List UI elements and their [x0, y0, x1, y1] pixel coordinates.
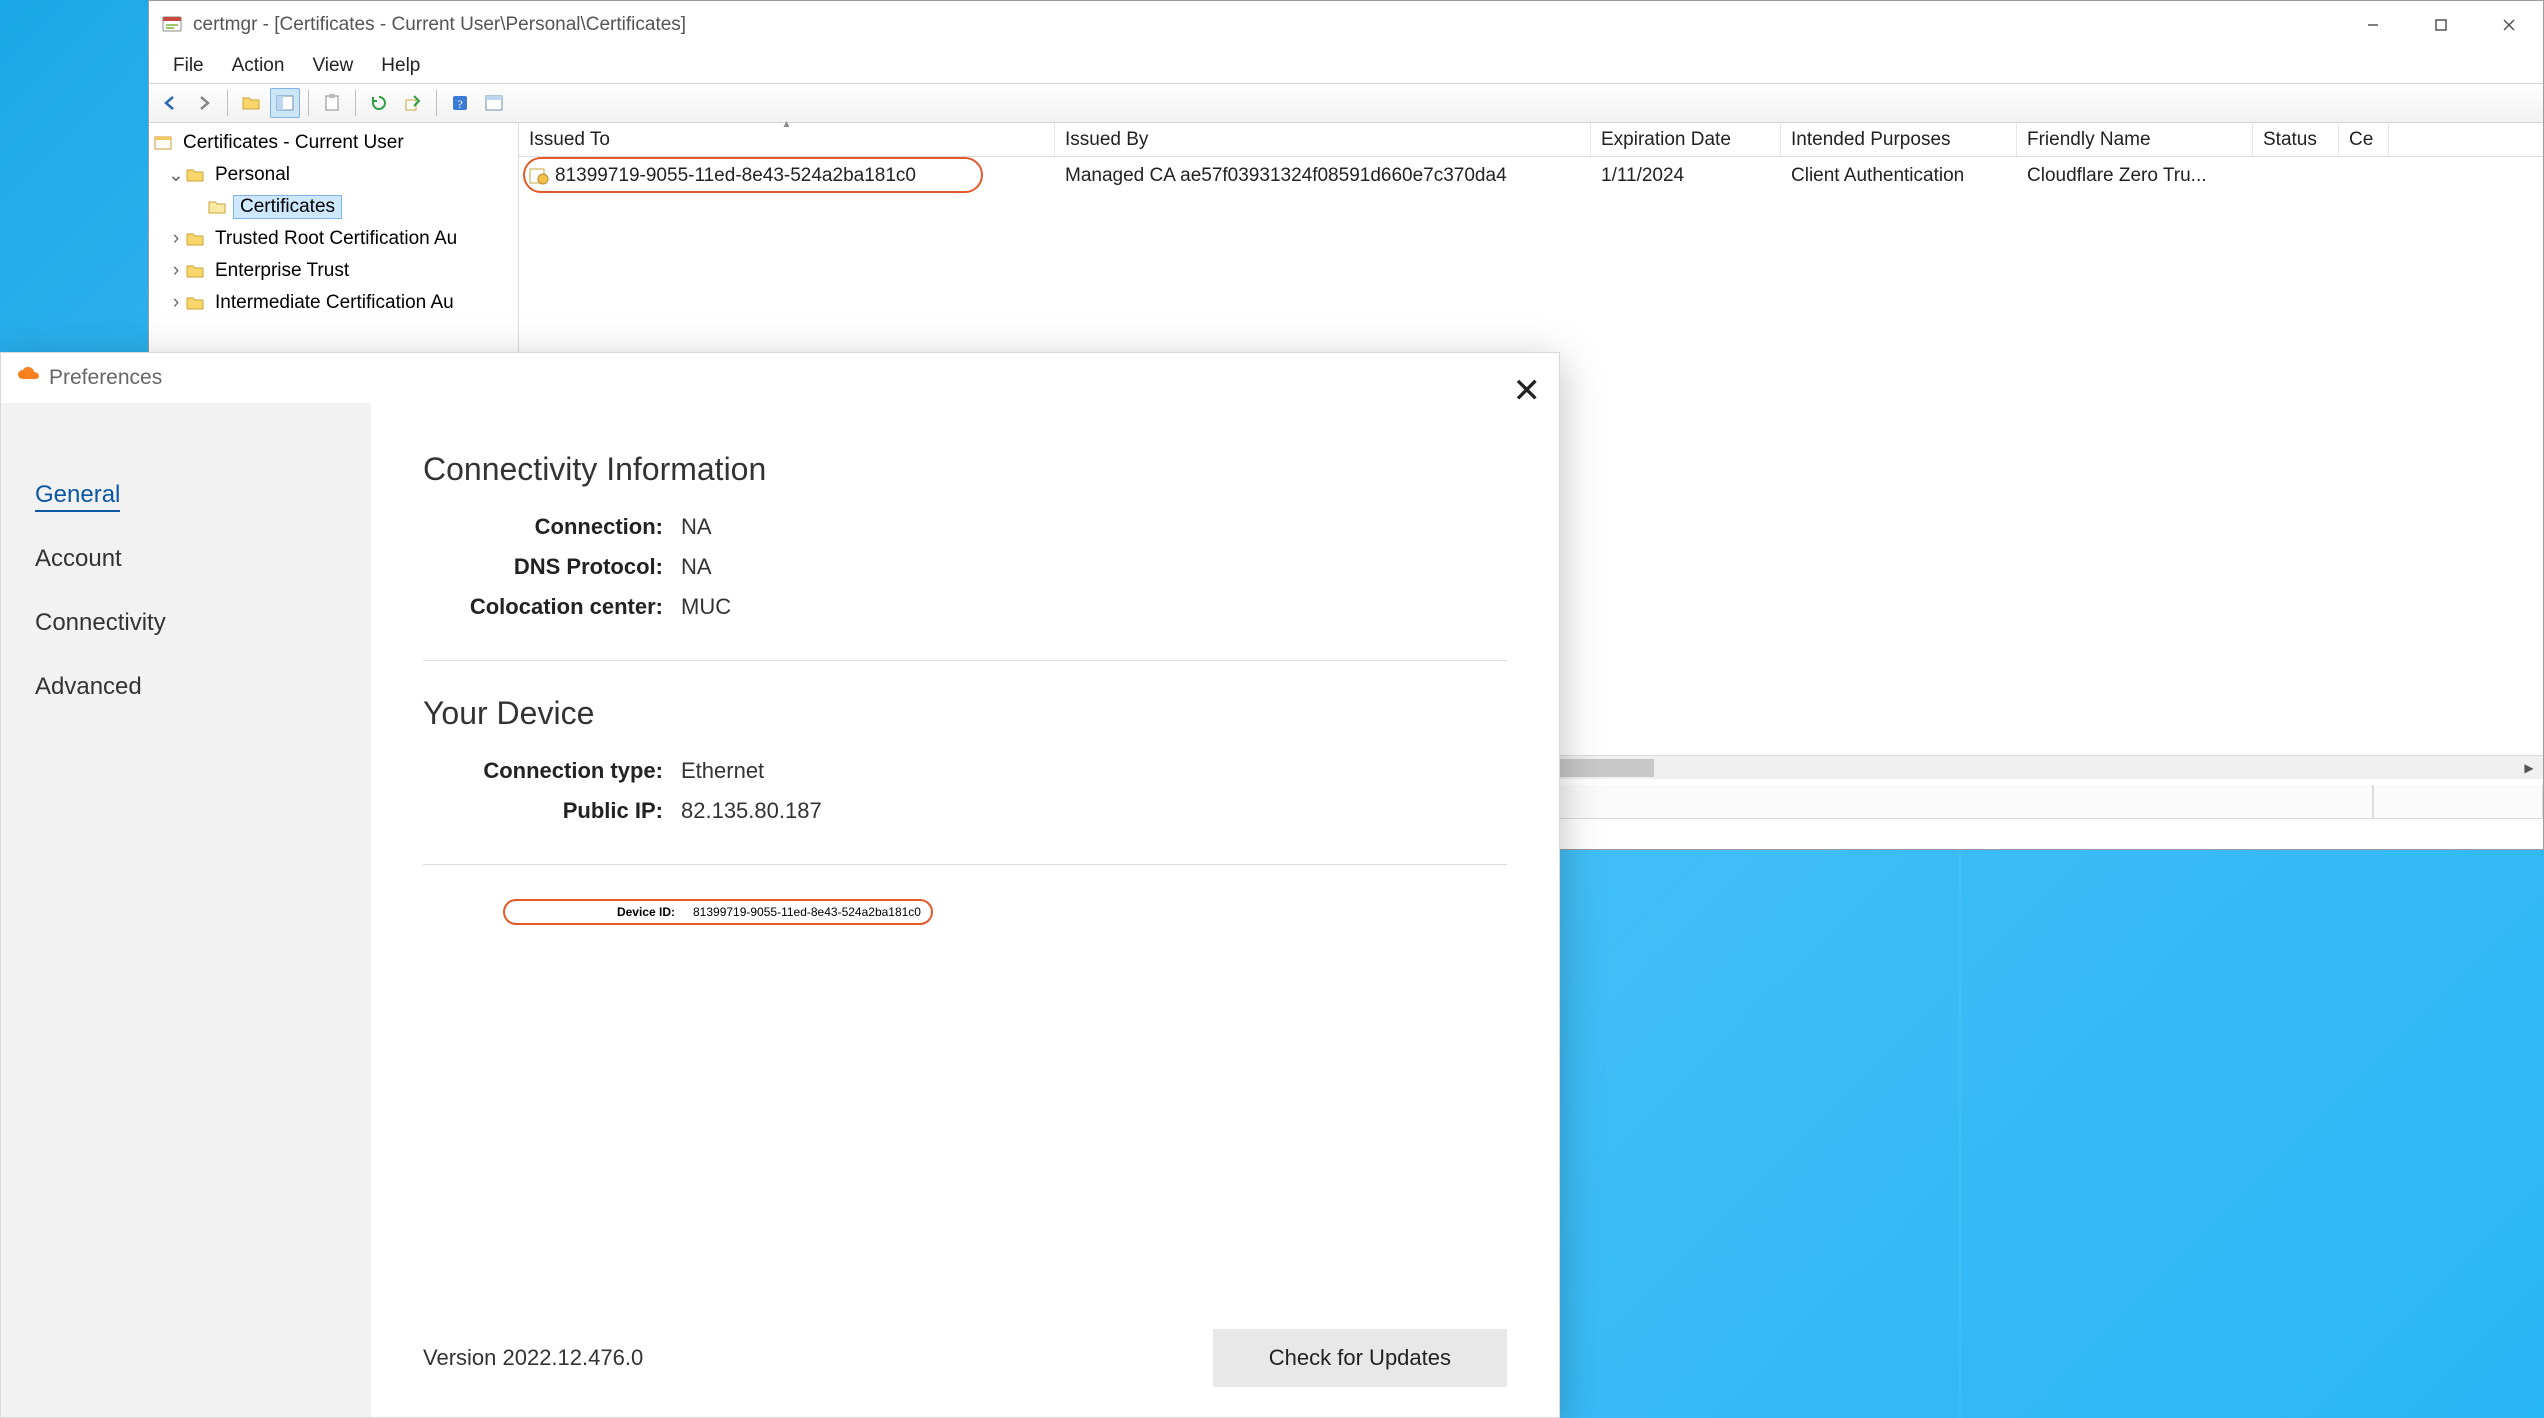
folder-icon	[185, 165, 205, 185]
column-status[interactable]: Status	[2253, 123, 2339, 156]
certmgr-title: certmgr - [Certificates - Current User\P…	[193, 14, 686, 36]
certificate-icon	[529, 167, 549, 185]
column-issued-by[interactable]: Issued By	[1055, 123, 1591, 156]
cell-cert-template	[2339, 172, 2389, 180]
scroll-right-icon[interactable]: ▶	[2519, 761, 2539, 775]
back-icon[interactable]	[155, 88, 185, 118]
preferences-title: Preferences	[49, 366, 162, 390]
colo-label: Colocation center:	[423, 594, 663, 620]
column-expiration[interactable]: Expiration Date	[1591, 123, 1781, 156]
cert-store-icon	[153, 133, 173, 153]
sort-indicator-icon: ▲	[782, 119, 792, 130]
cell-issued-by: Managed CA ae57f03931324f08591d660e7c370…	[1055, 161, 1591, 191]
export-icon[interactable]	[398, 88, 428, 118]
dns-value: NA	[681, 554, 712, 580]
certmgr-app-icon	[161, 14, 183, 36]
chevron-right-icon[interactable]: ›	[167, 228, 185, 250]
divider	[423, 660, 1507, 661]
column-cert-template[interactable]: Ce	[2339, 123, 2389, 156]
folder-open-icon	[207, 197, 227, 217]
preferences-sidebar: General Account Connectivity Advanced	[1, 403, 371, 1417]
tree-trusted-root[interactable]: › Trusted Root Certification Au	[149, 223, 518, 255]
bottom-tab-3[interactable]	[2373, 785, 2543, 819]
menu-help[interactable]: Help	[369, 51, 432, 81]
preferences-titlebar[interactable]: Preferences	[1, 353, 1559, 403]
cell-purposes: Client Authentication	[1781, 161, 2017, 191]
device-heading: Your Device	[423, 695, 1507, 732]
sidebar-item-connectivity[interactable]: Connectivity	[1, 591, 371, 655]
sidebar-item-general[interactable]: General	[1, 463, 371, 527]
chevron-right-icon[interactable]: ›	[167, 260, 185, 282]
column-issued-to[interactable]: Issued To ▲	[519, 123, 1055, 156]
preferences-main: Connectivity Information Connection: NA D…	[371, 403, 1559, 1417]
svg-text:?: ?	[457, 97, 462, 111]
folder-icon	[185, 229, 205, 249]
column-purposes[interactable]: Intended Purposes	[1781, 123, 2017, 156]
connection-label: Connection:	[423, 514, 663, 540]
bottom-tab-2[interactable]	[1446, 785, 2373, 819]
cert-pane-icon[interactable]	[479, 88, 509, 118]
show-hide-tree-icon[interactable]	[270, 88, 300, 118]
version-label: Version 2022.12.476.0	[423, 1345, 643, 1371]
sidebar-item-account[interactable]: Account	[1, 527, 371, 591]
maximize-button[interactable]	[2407, 1, 2475, 49]
list-header: Issued To ▲ Issued By Expiration Date In…	[519, 123, 2543, 157]
cert-row[interactable]: 81399719-9055-11ed-8e43-524a2ba181c0 Man…	[519, 157, 2543, 195]
connectivity-heading: Connectivity Information	[423, 451, 1507, 488]
folder-icon	[185, 293, 205, 313]
annotation-highlight-device-id: Device ID: 81399719-9055-11ed-8e43-524a2…	[503, 899, 933, 925]
minimize-button[interactable]	[2339, 1, 2407, 49]
preferences-window: Preferences ✕ General Account Connectivi…	[0, 352, 1560, 1418]
device-id-label: Device ID:	[515, 905, 675, 919]
divider	[423, 864, 1507, 865]
menu-file[interactable]: File	[161, 51, 216, 81]
chevron-down-icon[interactable]: ⌄	[167, 164, 185, 187]
clipboard-icon[interactable]	[317, 88, 347, 118]
tree-root[interactable]: Certificates - Current User	[149, 127, 518, 159]
refresh-icon[interactable]	[364, 88, 394, 118]
device-id-value: 81399719-9055-11ed-8e43-524a2ba181c0	[693, 905, 921, 919]
certmgr-titlebar[interactable]: certmgr - [Certificates - Current User\P…	[149, 1, 2543, 49]
cloudflare-icon	[17, 367, 39, 389]
preferences-close-button[interactable]: ✕	[1513, 371, 1542, 411]
cell-status	[2253, 172, 2339, 180]
tree-certificates[interactable]: Certificates	[149, 191, 518, 223]
tree-intermediate[interactable]: › Intermediate Certification Au	[149, 287, 518, 319]
connection-value: NA	[681, 514, 712, 540]
folder-icon[interactable]	[236, 88, 266, 118]
dns-label: DNS Protocol:	[423, 554, 663, 580]
close-button[interactable]	[2475, 1, 2543, 49]
ip-label: Public IP:	[423, 798, 663, 824]
cell-issued-to: 81399719-9055-11ed-8e43-524a2ba181c0	[519, 161, 1055, 191]
tree-personal[interactable]: ⌄ Personal	[149, 159, 518, 191]
menu-action[interactable]: Action	[220, 51, 297, 81]
chevron-right-icon[interactable]: ›	[167, 292, 185, 314]
colo-value: MUC	[681, 594, 731, 620]
conn-type-label: Connection type:	[423, 758, 663, 784]
ip-value: 82.135.80.187	[681, 798, 822, 824]
cell-friendly-name: Cloudflare Zero Tru...	[2017, 161, 2253, 191]
menu-view[interactable]: View	[300, 51, 365, 81]
certmgr-menubar: File Action View Help	[149, 49, 2543, 83]
help-icon[interactable]: ?	[445, 88, 475, 118]
conn-type-value: Ethernet	[681, 758, 764, 784]
check-updates-button[interactable]: Check for Updates	[1213, 1329, 1507, 1387]
tree-enterprise-trust[interactable]: › Enterprise Trust	[149, 255, 518, 287]
sidebar-item-advanced[interactable]: Advanced	[1, 655, 371, 719]
forward-icon[interactable]	[189, 88, 219, 118]
folder-icon	[185, 261, 205, 281]
cell-expiration: 1/11/2024	[1591, 161, 1781, 191]
column-friendly-name[interactable]: Friendly Name	[2017, 123, 2253, 156]
certmgr-toolbar: ?	[149, 83, 2543, 123]
